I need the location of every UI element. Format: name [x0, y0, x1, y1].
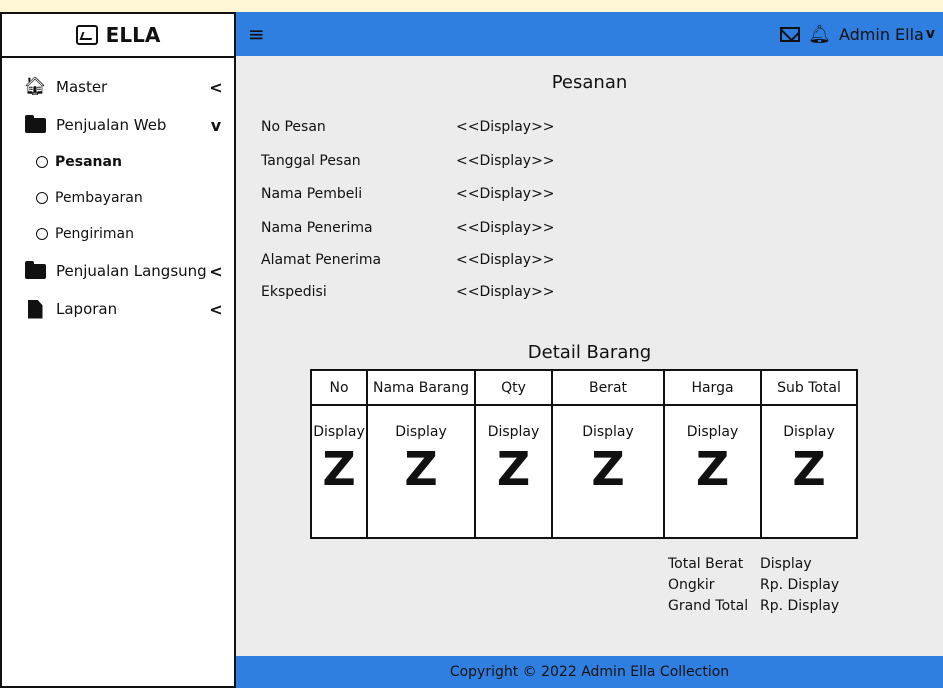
chevron-left-icon: <	[209, 77, 223, 97]
total-label: Ongkir	[668, 577, 715, 593]
field-value: <<Display>>	[456, 119, 555, 135]
table-column: No Display Z	[312, 371, 368, 537]
circle-icon	[36, 192, 48, 204]
scroll-glyph: Z	[404, 442, 438, 496]
user-name: Admin Ella	[838, 24, 924, 44]
image-icon	[75, 25, 98, 45]
home-icon: 🏠︎	[23, 76, 47, 97]
sidebar: ELLA 🏠︎ Master < Penjualan Web v Pesanan…	[0, 12, 236, 688]
field-tanggal-pesan: Tanggal Pesan <<Display>>	[261, 153, 555, 169]
top-strip	[0, 0, 943, 12]
field-label: No Pesan	[261, 119, 326, 135]
sidebar-item-label: Penjualan Langsung	[56, 262, 207, 280]
sidebar-item-label: Laporan	[56, 300, 118, 318]
table-column: Berat Display Z	[553, 371, 665, 537]
total-row: Total Berat Display	[668, 554, 839, 575]
field-label: Nama Penerima	[261, 220, 373, 236]
field-label: Tanggal Pesan	[261, 153, 361, 169]
table-cell: Display	[395, 424, 447, 440]
user-menu[interactable]: Admin Ella v	[839, 25, 935, 44]
sidebar-subitem-label: Pengiriman	[55, 226, 134, 242]
sidebar-item-penjualan-langsung[interactable]: Penjualan Langsung <	[2, 252, 234, 290]
table-column: Nama Barang Display Z	[368, 371, 476, 537]
detail-title: Detail Barang	[527, 342, 652, 363]
sidebar-subitem-label: Pesanan	[55, 154, 122, 170]
column-header: Berat	[553, 371, 663, 406]
table-column: Qty Display Z	[476, 371, 553, 537]
table-column: Harga Display Z	[665, 371, 762, 537]
scroll-glyph: Z	[591, 442, 625, 496]
folder-icon	[24, 114, 46, 133]
main-content: Pesanan No Pesan <<Display>> Tanggal Pes…	[236, 56, 943, 656]
chevron-down-icon: v	[210, 115, 222, 135]
chevron-left-icon: <	[209, 261, 223, 281]
copyright-text: Copyright © 2022 Admin Ella Collection	[449, 664, 730, 680]
total-value: Rp. Display	[760, 577, 840, 593]
column-header: No	[312, 371, 366, 406]
sidebar-subitem-pembayaran[interactable]: Pembayaran	[2, 180, 234, 216]
field-value: <<Display>>	[456, 153, 555, 169]
table-cell: Display	[582, 424, 634, 440]
circle-icon	[36, 156, 48, 168]
sidebar-item-penjualan-web[interactable]: Penjualan Web v	[2, 106, 234, 144]
table-cell: Display	[487, 424, 540, 440]
table-column: Sub Total Display Z	[762, 371, 856, 537]
field-label: Nama Pembeli	[261, 186, 363, 202]
submenu-penjualan-web: Pesanan Pembayaran Pengiriman	[2, 144, 234, 252]
top-bar: ≡ 🔔︎ Admin Ella v	[236, 12, 943, 56]
sidebar-item-laporan[interactable]: Laporan <	[2, 290, 234, 328]
column-header: Qty	[476, 371, 551, 406]
table-cell: Display	[783, 424, 835, 440]
scroll-glyph: Z	[792, 442, 826, 496]
mail-icon[interactable]	[780, 26, 801, 42]
sidebar-menu: 🏠︎ Master < Penjualan Web v Pesanan Pemb…	[2, 58, 234, 328]
scroll-glyph: Z	[695, 442, 730, 496]
sidebar-item-label: Penjualan Web	[56, 116, 167, 134]
table-cell: Display	[686, 424, 739, 440]
totals: Total Berat Display Ongkir Rp. Display G…	[668, 554, 839, 617]
footer: Copyright © 2022 Admin Ella Collection	[236, 656, 943, 688]
sidebar-item-label: Master	[56, 78, 108, 96]
total-value: Display	[760, 556, 812, 572]
field-label: Alamat Penerima	[261, 252, 382, 268]
column-header: Nama Barang	[368, 371, 474, 406]
field-value: <<Display>>	[456, 220, 555, 236]
circle-icon	[36, 228, 48, 240]
chevron-down-icon: v	[925, 26, 935, 42]
total-row: Ongkir Rp. Display	[668, 575, 839, 596]
field-no-pesan: No Pesan <<Display>>	[261, 119, 555, 135]
document-icon	[24, 299, 46, 319]
field-nama-penerima: Nama Penerima <<Display>>	[261, 220, 555, 236]
sidebar-subitem-pesanan[interactable]: Pesanan	[2, 144, 234, 180]
hamburger-menu-icon[interactable]: ≡	[248, 22, 265, 46]
field-ekspedisi: Ekspedisi <<Display>>	[261, 284, 555, 300]
folder-icon	[24, 260, 46, 279]
field-value: <<Display>>	[456, 252, 555, 268]
sidebar-item-master[interactable]: 🏠︎ Master <	[2, 68, 234, 106]
scroll-glyph: Z	[496, 442, 531, 496]
total-row: Grand Total Rp. Display	[668, 596, 839, 617]
field-nama-pembeli: Nama Pembeli <<Display>>	[261, 186, 555, 202]
table-cell: Display	[313, 424, 365, 440]
bell-icon[interactable]: 🔔︎	[808, 24, 831, 45]
field-value: <<Display>>	[456, 186, 555, 202]
total-value: Rp. Display	[760, 598, 840, 614]
detail-table: No Display Z Nama Barang Display Z Qty D…	[310, 369, 858, 539]
field-alamat-penerima: Alamat Penerima <<Display>>	[261, 252, 555, 268]
sidebar-subitem-pengiriman[interactable]: Pengiriman	[2, 216, 234, 252]
total-label: Total Berat	[668, 556, 744, 572]
page-title: Pesanan	[551, 72, 628, 93]
brand-name: ELLA	[105, 23, 161, 47]
total-label: Grand Total	[668, 598, 749, 614]
field-value: <<Display>>	[456, 284, 555, 300]
chevron-left-icon: <	[209, 299, 223, 319]
field-label: Ekspedisi	[261, 284, 327, 300]
brand[interactable]: ELLA	[2, 14, 234, 58]
scroll-glyph: Z	[322, 442, 356, 496]
column-header: Sub Total	[762, 371, 856, 406]
column-header: Harga	[665, 371, 760, 406]
sidebar-subitem-label: Pembayaran	[55, 190, 143, 206]
